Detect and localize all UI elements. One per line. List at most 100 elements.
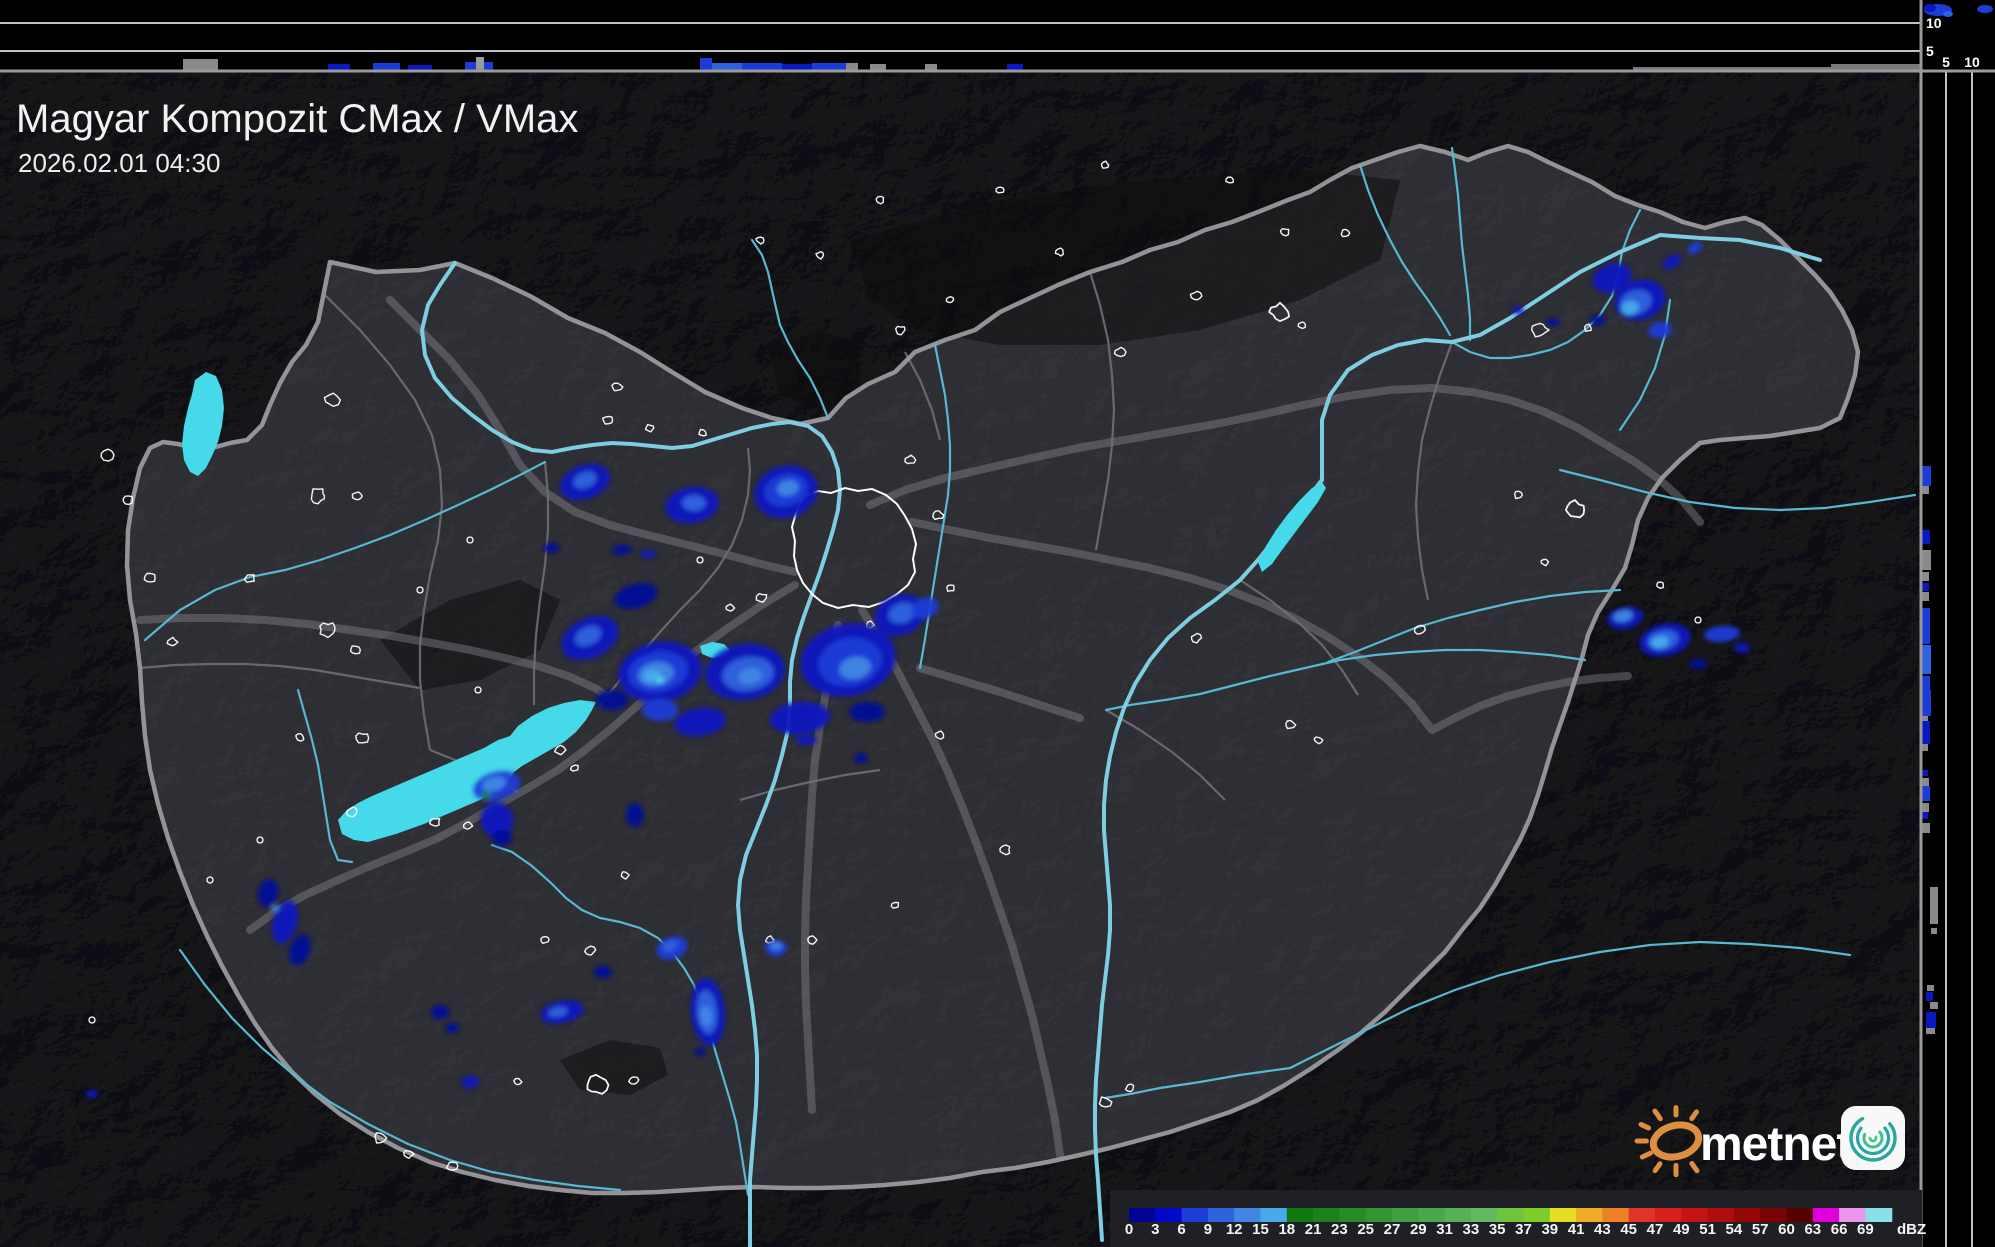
radar-echo-blob: [1734, 643, 1750, 653]
right-profile-segment: [1922, 676, 1930, 690]
colorbar-tick-label: 51: [1699, 1221, 1716, 1238]
sun-ray: [1642, 1153, 1650, 1157]
colorbar-tick-label: 18: [1278, 1221, 1295, 1238]
colorbar-tick-label: 25: [1357, 1221, 1374, 1238]
right-profile-segment: [1922, 823, 1930, 833]
right-profile-segment: [1931, 928, 1937, 934]
colorbar-tick-label: 15: [1252, 1221, 1269, 1238]
top-profile-segment: [700, 58, 712, 71]
colorbar-block: [1787, 1208, 1814, 1222]
colorbar-tick-label: 69: [1857, 1221, 1874, 1238]
colorbar-tick-label: 39: [1541, 1221, 1558, 1238]
colorbar-block: [1155, 1208, 1182, 1222]
radar-echo-blob: [640, 550, 656, 558]
colorbar-tick-label: 43: [1594, 1221, 1611, 1238]
colorbar-tick-label: 33: [1463, 1221, 1480, 1238]
colorbar-tick-label: 37: [1515, 1221, 1532, 1238]
radar-echo-blob: [854, 753, 868, 763]
colorbar-block: [1576, 1208, 1603, 1222]
colorbar-tick-label: 45: [1620, 1221, 1637, 1238]
colorbar: 0369121518212325272931333537394143454749…: [1110, 1190, 1926, 1247]
radar-echo-blob: [594, 966, 612, 978]
colorbar-block: [1681, 1208, 1708, 1222]
colorbar-tick-label: 35: [1489, 1221, 1506, 1238]
radar-echo-blob: [795, 735, 817, 745]
colorbar-tick-label: 12: [1226, 1221, 1243, 1238]
side-axis-label-5: 5: [1942, 54, 1950, 70]
colorbar-unit: dBZ: [1897, 1221, 1926, 1238]
colorbar-block: [1550, 1208, 1577, 1222]
colorbar-block: [1760, 1208, 1787, 1222]
radar-echo-blob: [642, 699, 678, 721]
colorbar-tick-label: 66: [1831, 1221, 1848, 1238]
colorbar-block: [1129, 1208, 1156, 1222]
colorbar-tick-label: 31: [1436, 1221, 1453, 1238]
radar-echo-blob: [86, 1090, 98, 1098]
radar-echo-blob: [695, 1048, 705, 1056]
right-profile-segment: [1922, 690, 1931, 716]
colorbar-labels: 0369121518212325272931333537394143454749…: [1125, 1221, 1874, 1238]
radar-echo-blob: [431, 1005, 449, 1019]
radar-echo-blob: [445, 1023, 459, 1033]
colorbar-tick-label: 23: [1331, 1221, 1348, 1238]
colorbar-block: [1313, 1208, 1340, 1222]
radar-screen: 10 5 5 10 Magyar Kompozit CMax / VMax 20…: [0, 0, 1995, 1247]
right-profile-panel: [1922, 72, 1995, 1247]
radar-echo-blob: [656, 677, 664, 683]
corner-echo-blob: [1977, 5, 1993, 13]
page-title: Magyar Kompozit CMax / VMax: [16, 97, 578, 141]
right-profile-segment: [1922, 583, 1929, 591]
corner-echo-blob: [1924, 4, 1936, 12]
radar-echo-blob: [770, 942, 782, 950]
colorbar-block: [1366, 1208, 1393, 1222]
right-profile-segment: [1922, 803, 1929, 812]
top-profile-segment: [476, 57, 484, 71]
corner-echo-blob: [1943, 11, 1953, 17]
metnet-app-icon: [1841, 1106, 1905, 1170]
colorbar-block: [1524, 1208, 1551, 1222]
colorbar-block: [1708, 1208, 1735, 1222]
colorbar-tick-label: 60: [1778, 1221, 1795, 1238]
corner-panel: 10 5 5 10: [1922, 0, 1995, 71]
radar-echo-blob: [481, 791, 491, 799]
colorbar-tick-label: 0: [1125, 1221, 1133, 1238]
colorbar-block: [1445, 1208, 1472, 1222]
top-profile-bg: [0, 0, 1921, 71]
right-profile-segment: [1927, 985, 1934, 991]
colorbar-block: [1208, 1208, 1235, 1222]
colorbar-tick-label: 9: [1204, 1221, 1212, 1238]
right-profile-segment: [1922, 572, 1929, 581]
right-profile-segment: [1922, 721, 1930, 744]
colorbar-block: [1234, 1208, 1261, 1222]
right-profile-segment: [1922, 770, 1928, 776]
colorbar-block: [1655, 1208, 1682, 1222]
colorbar-block: [1602, 1208, 1629, 1222]
radar-echo-blob: [1590, 315, 1606, 325]
colorbar-block: [1629, 1208, 1656, 1222]
colorbar-block: [1813, 1208, 1840, 1222]
colorbar-tick-label: 63: [1804, 1221, 1821, 1238]
right-profile-segment: [1922, 812, 1928, 819]
colorbar-block: [1471, 1208, 1498, 1222]
colorbar-tick-label: 57: [1752, 1221, 1769, 1238]
radar-echo-blob: [849, 702, 885, 722]
colorbar-tick-label: 47: [1647, 1221, 1664, 1238]
right-profile-segment: [1922, 608, 1930, 644]
radar-echo-blob: [682, 495, 706, 511]
right-profile-segment: [1926, 1028, 1935, 1034]
logo-text: metnet: [1700, 1118, 1852, 1171]
radar-echo-blob: [596, 690, 628, 710]
colorbar-block: [1497, 1208, 1524, 1222]
top-axis-label-5: 5: [1926, 43, 1934, 59]
colorbar-tick-label: 54: [1726, 1221, 1743, 1238]
radar-echo-blob: [271, 905, 279, 911]
right-profile-segment: [1922, 592, 1929, 601]
colorbar-block: [1865, 1208, 1892, 1222]
right-profile-segment: [1922, 744, 1928, 751]
right-profile-segment: [1922, 550, 1931, 570]
colorbar-block: [1261, 1208, 1288, 1222]
top-profile-panel: [0, 0, 1921, 71]
colorbar-block: [1392, 1208, 1419, 1222]
colorbar-block: [1287, 1208, 1314, 1222]
right-profile-segment: [1922, 530, 1930, 544]
